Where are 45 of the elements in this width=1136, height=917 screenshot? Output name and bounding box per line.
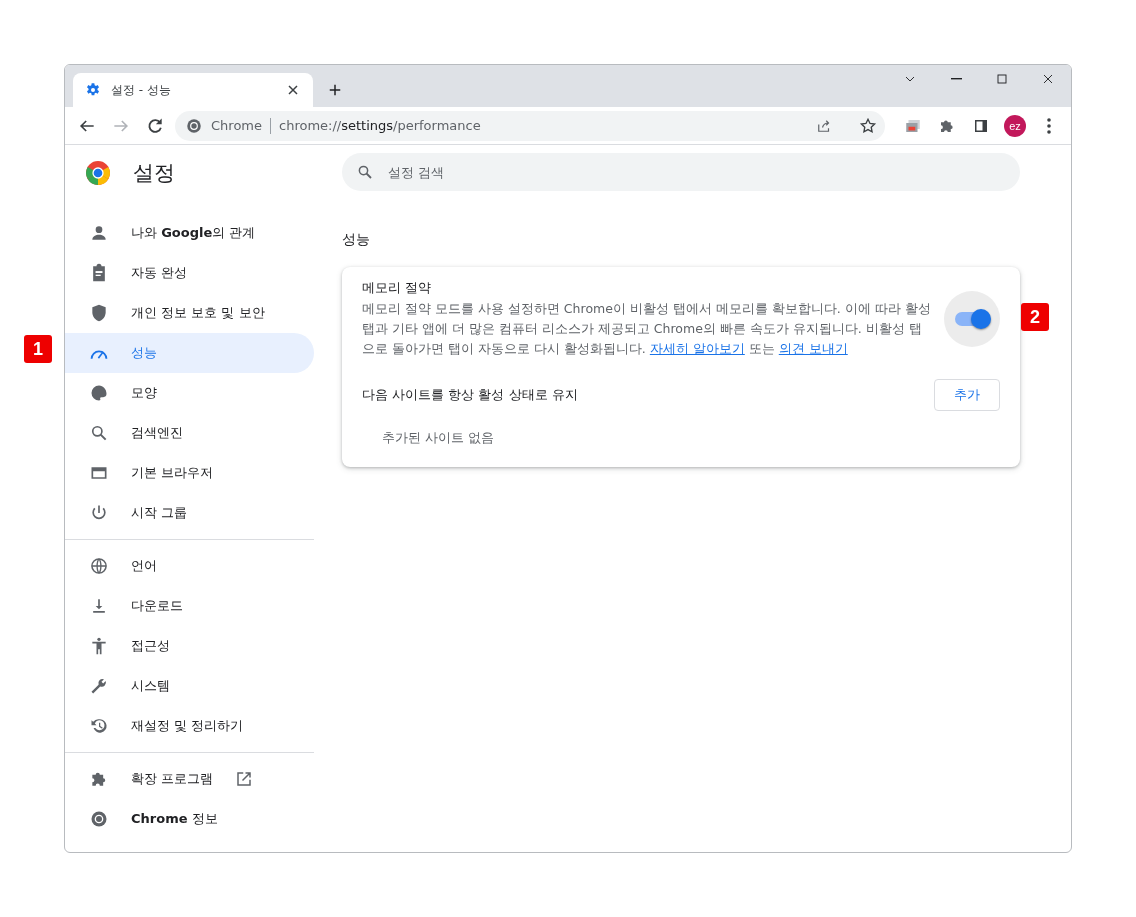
history-icon bbox=[89, 716, 109, 736]
setting-label: 다음 사이트를 항상 활성 상태로 유지 bbox=[362, 386, 578, 404]
sidebar-item[interactable]: 개인 정보 보호 및 보안 bbox=[65, 293, 314, 333]
settings-title: 설정 bbox=[133, 160, 175, 187]
sidebar-item[interactable]: 다운로드 bbox=[65, 586, 314, 626]
sidebar-item[interactable]: Chrome 정보 bbox=[65, 799, 314, 839]
sidebar-item[interactable]: 언어 bbox=[65, 546, 314, 586]
section-title: 성능 bbox=[342, 231, 371, 249]
empty-list-text: 추가된 사이트 없음 bbox=[381, 429, 496, 447]
sidebar-item[interactable]: 나와 Google의 관계 bbox=[65, 213, 314, 253]
link[interactable]: 자세히 알아보기 bbox=[649, 341, 745, 356]
site-label: Chrome bbox=[211, 118, 262, 133]
link[interactable]: 의견 보내기 bbox=[778, 341, 848, 356]
browser-tab[interactable]: 설정 - 성능 bbox=[73, 73, 313, 107]
setting-description: 메모리 절약 모드를 사용 설정하면 Chrome이 비활성 탭에서 메모리를 확보합니다. 이에 따라 활성 탭과 기타 앱에 더 많은 컴퓨터 리소스가 제공되고 Chrome의 빠른 속도가 유지됩니다. 비활성 탭으로 돌아가면 탭이 자동으로 다시 활성화됩니다. 자세히 알아보기 또는 의견 보내기 bbox=[362, 300, 932, 358]
sidebar-item[interactable]: 기본 브라우저 bbox=[65, 453, 314, 493]
sidebar-item[interactable]: 검색엔진 bbox=[65, 413, 314, 453]
annotation-badge: 2 bbox=[1021, 303, 1049, 331]
search-field[interactable]: 설정 검색 bbox=[342, 153, 1020, 191]
sidebar-item[interactable]: 모양 bbox=[65, 373, 314, 413]
sidebar-item[interactable]: 접근성 bbox=[65, 626, 314, 666]
wrench-icon bbox=[89, 676, 109, 696]
external-link-icon bbox=[235, 770, 254, 788]
star-icon bbox=[859, 116, 877, 135]
toggle-switch[interactable] bbox=[944, 291, 1000, 347]
setting-title: 메모리 절약 bbox=[362, 279, 433, 297]
more-vertical-icon bbox=[1047, 117, 1051, 134]
person-icon bbox=[89, 223, 109, 243]
sidebar-item[interactable]: 시작 그룹 bbox=[65, 493, 314, 533]
annotation-badge: 1 bbox=[24, 335, 52, 363]
sidebar-item[interactable]: 자동 완성 bbox=[65, 253, 314, 293]
url-text: chrome://settings/performance bbox=[279, 118, 482, 133]
maximize-icon bbox=[994, 71, 1010, 87]
globe-icon bbox=[89, 556, 109, 576]
add-button[interactable]: 추가 bbox=[934, 379, 1000, 411]
sidebar-item[interactable]: 성능 bbox=[65, 333, 314, 373]
sidebar-item[interactable]: 재설정 및 정리하기 bbox=[65, 706, 314, 746]
gear-icon bbox=[85, 82, 101, 98]
sidebar-item[interactable]: 시스템 bbox=[65, 666, 314, 706]
search-icon bbox=[89, 423, 109, 443]
sidebar-item[interactable]: 확장 프로그램 bbox=[65, 759, 314, 799]
address-bar[interactable]: Chrome chrome://settings/performance bbox=[175, 110, 885, 141]
shield-icon bbox=[89, 303, 109, 323]
accessibility-icon bbox=[89, 636, 109, 656]
minimize-icon bbox=[950, 78, 962, 80]
